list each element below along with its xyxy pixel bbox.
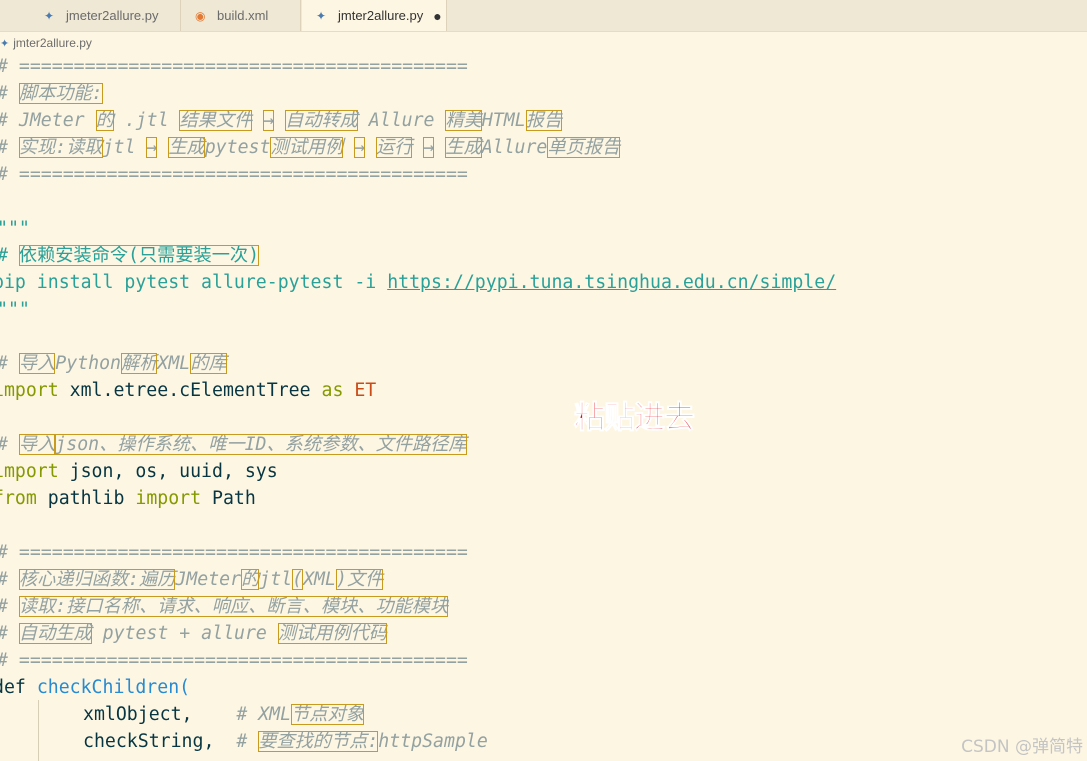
- code-line-3: # JMeter 的 .jtl 结果文件 → 自动转成 Allure 精美HTM…: [0, 110, 563, 131]
- code-line-2: # 脚本功能:: [0, 83, 103, 104]
- breadcrumb: ✦ jmter2allure.py: [0, 33, 92, 53]
- code-line-13: import xml.etree.cElementTree as ET: [0, 380, 377, 401]
- code-line-21: # 读取:接口名称、请求、响应、断言、模块、功能模块: [0, 596, 449, 617]
- tab-build-xml[interactable]: ◉ build.xml: [181, 0, 301, 31]
- code-line-5: # ======================================…: [0, 164, 468, 185]
- python-file-icon: ✦: [316, 8, 327, 23]
- breadcrumb-file[interactable]: jmter2allure.py: [13, 36, 92, 50]
- code-line-19: # ======================================…: [0, 542, 468, 563]
- unsaved-dot-icon[interactable]: ●: [433, 8, 441, 24]
- code-line-8: # 依赖安装命令(只需要装一次): [0, 245, 260, 266]
- code-line-9: pip install pytest allure-pytest -i http…: [0, 272, 837, 293]
- rss-xml-file-icon: ◉: [195, 8, 206, 23]
- code-line-7: """: [0, 218, 30, 239]
- tab-jmeter2allure[interactable]: ✦ jmeter2allure.py: [30, 0, 181, 31]
- code-line-12: # 导入Python解析XML的库: [0, 353, 227, 374]
- code-line-26: checkString, # 要查找的节点:httpSample: [83, 731, 488, 752]
- code-line-16: import json, os, uuid, sys: [0, 461, 278, 482]
- indent-guide: [38, 700, 39, 761]
- pypi-mirror-link[interactable]: https://pypi.tuna.tsinghua.edu.cn/simple…: [387, 272, 836, 293]
- tab-label: jmeter2allure.py: [66, 8, 159, 23]
- code-line-23: # ======================================…: [0, 650, 468, 671]
- code-line-10: """: [0, 299, 30, 320]
- code-line-24: def checkChildren(: [0, 677, 191, 698]
- python-file-icon: ✦: [44, 8, 55, 23]
- code-line-17: from pathlib import Path: [0, 488, 256, 509]
- code-line-1: # ======================================…: [0, 56, 468, 77]
- tab-jmter2allure-active[interactable]: ✦ jmter2allure.py ●: [302, 0, 447, 31]
- code-line-4: # 实现:读取jtl → 生成pytest测试用例 → 运行 → 生成Allur…: [0, 137, 621, 158]
- csdn-watermark: CSDN @弹简特: [961, 737, 1083, 757]
- tab-label: build.xml: [217, 8, 269, 23]
- python-file-icon: ✦: [0, 37, 10, 50]
- code-line-25: xmlObject, # XML节点对象: [83, 704, 364, 725]
- editor-tab-bar: ✦ jmeter2allure.py ◉ build.xml ✦ jmter2a…: [0, 0, 1087, 32]
- tab-label: jmter2allure.py: [338, 8, 424, 23]
- code-line-22: # 自动生成 pytest + allure 测试用例代码: [0, 623, 387, 644]
- paste-annotation-text: 粘贴进去: [574, 400, 696, 437]
- code-line-20: # 核心递归函数:遍历JMeter的jtl(XML)文件: [0, 569, 384, 590]
- code-line-15: # 导入json、操作系统、唯一ID、系统参数、文件路径库: [0, 434, 467, 455]
